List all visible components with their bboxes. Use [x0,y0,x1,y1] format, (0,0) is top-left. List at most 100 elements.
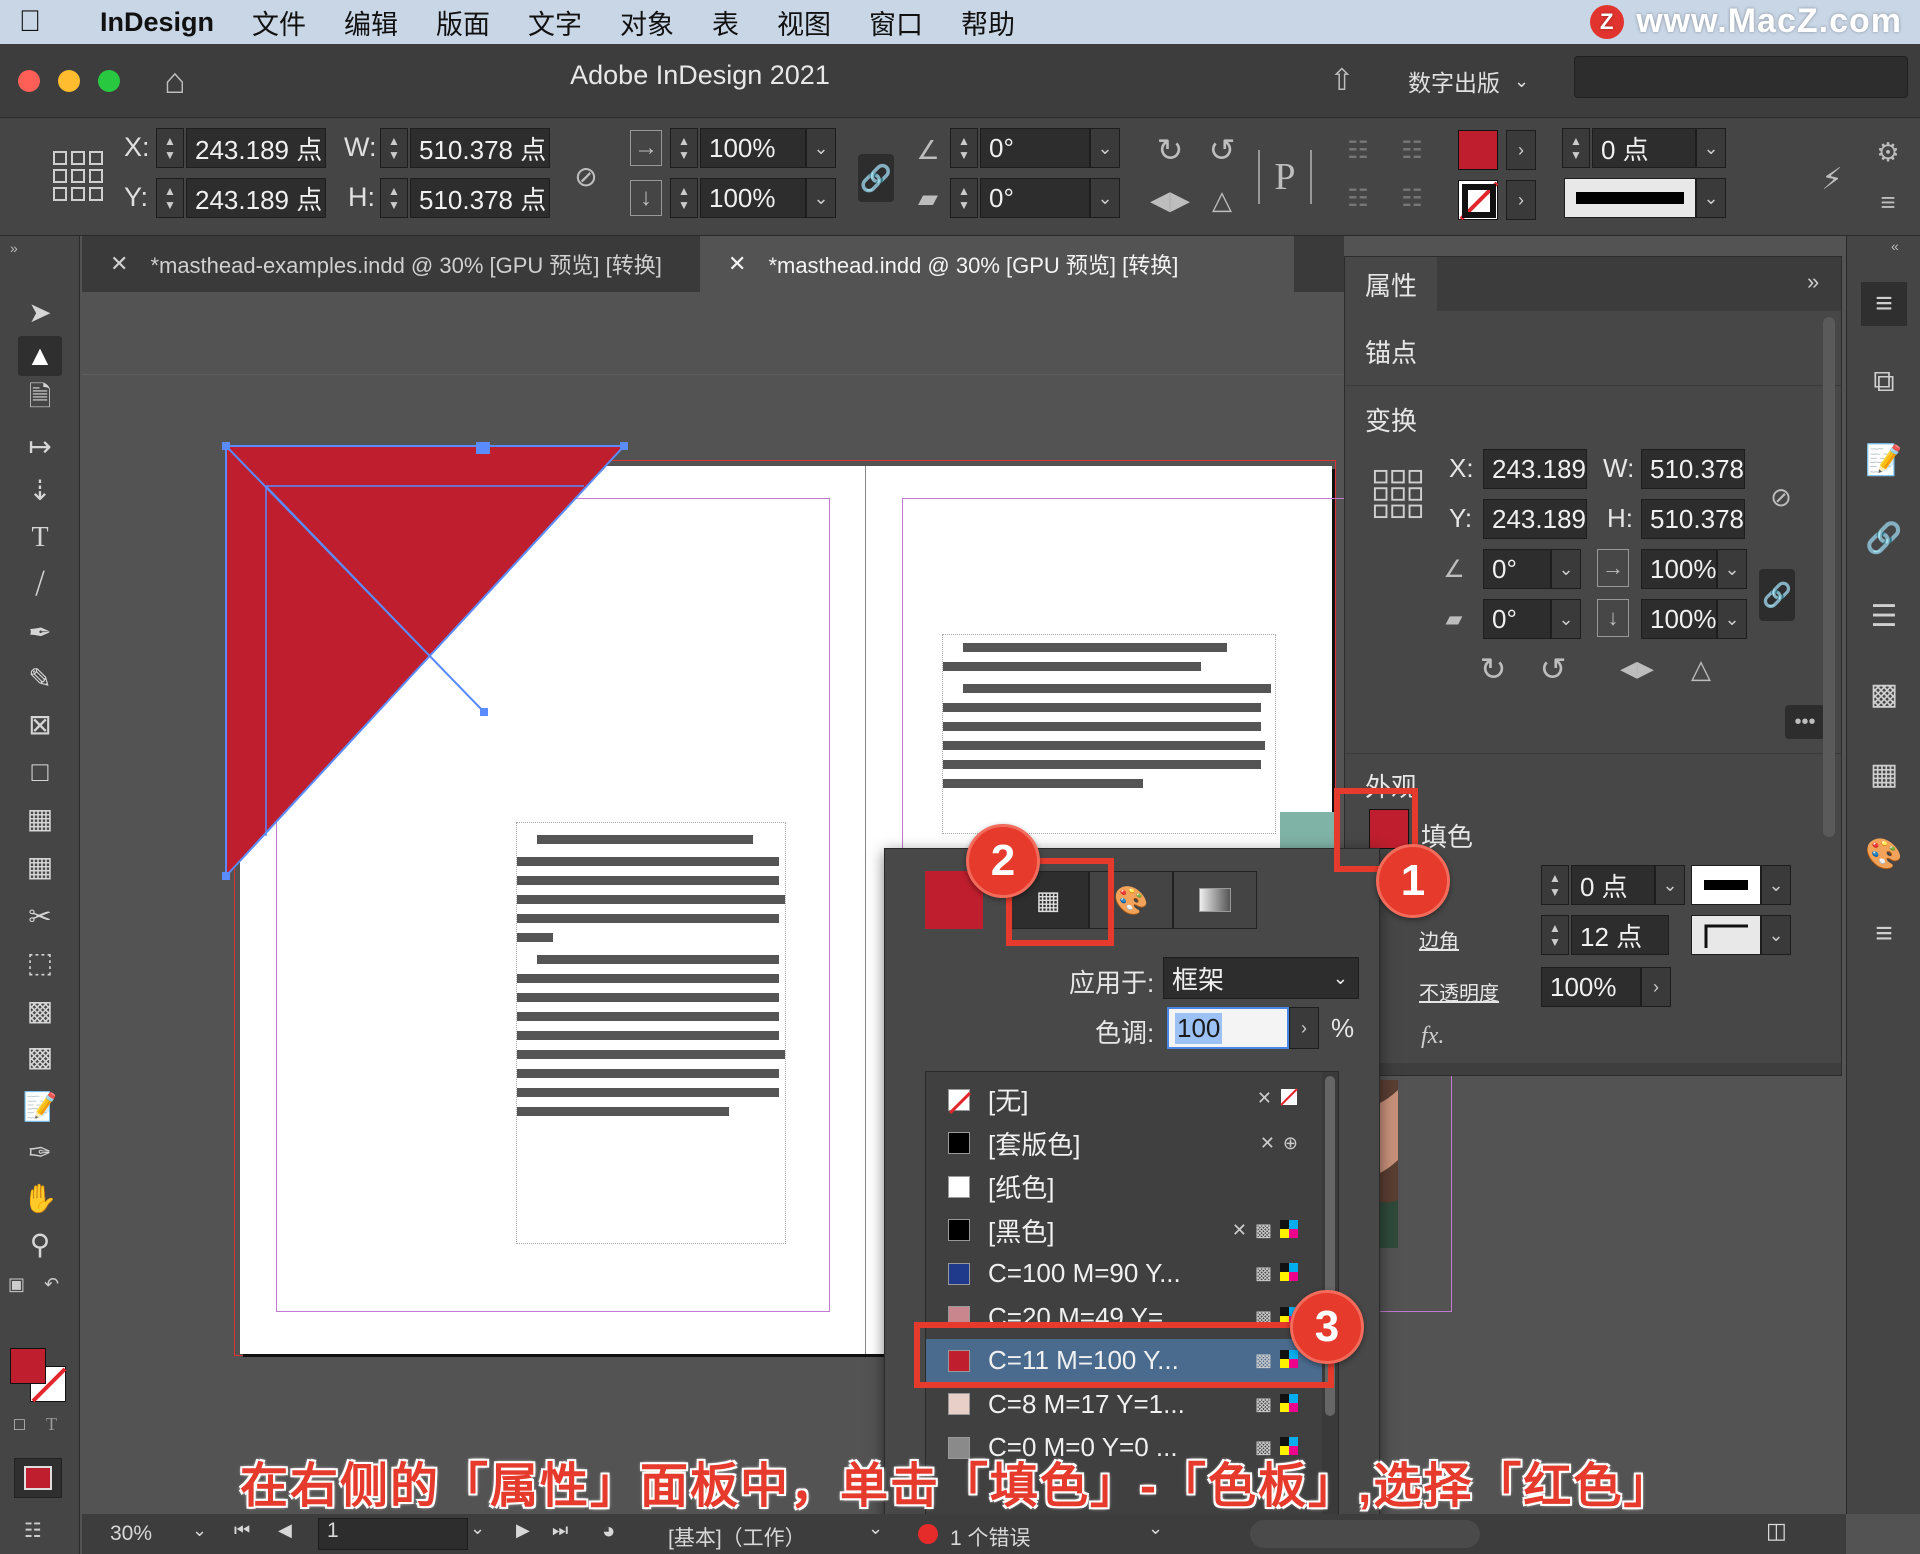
reference-point-icon[interactable] [1373,469,1423,519]
first-page-icon[interactable]: ⏮ [234,1520,250,1541]
tab-masthead[interactable]: ✕ *masthead.indd @ 30% [GPU 预览] [转换] [700,236,1294,292]
tab-properties[interactable]: 属性 [1345,257,1437,311]
menu-file[interactable]: 文件 [252,3,306,42]
menu-window[interactable]: 窗口 [869,3,923,42]
swatch-row[interactable]: [无] ✕ [926,1078,1322,1121]
page-tool-icon[interactable]: 🗎 [18,380,62,420]
stroke-type-select[interactable] [1564,178,1696,218]
menu-app-name[interactable]: InDesign [100,7,214,38]
scale-y-dropdown[interactable]: ⌄ [1717,599,1747,639]
scale-x-dropdown[interactable]: ⌄ [1717,549,1747,589]
swatch-row[interactable]: C=8 M=17 Y=1... ▩ [926,1383,1322,1426]
links-panel-icon[interactable]: 🔗 [1861,516,1907,560]
menu-edit[interactable]: 编辑 [344,3,398,42]
scale-x-stepper[interactable]: ▲ ▼ [670,128,698,168]
horizontal-scrollbar[interactable] [1250,1520,1480,1548]
stroke-swatch-arrow[interactable]: › [1506,180,1536,220]
stroke-type-dropdown[interactable]: ⌄ [1761,865,1791,905]
panel-menu-icon[interactable]: ≡ [1870,184,1906,220]
share-icon[interactable]: ⇧ [1322,58,1362,102]
right-text-frame[interactable] [942,634,1276,834]
split-view-icon[interactable]: ◫ [1766,1518,1787,1544]
type-tool-icon[interactable]: T [18,518,62,558]
zoom-level[interactable]: 30% [110,1522,152,1546]
image-frame-top[interactable] [1280,812,1338,848]
expand-toolbar-icon[interactable]: » [10,240,18,256]
page-dropdown-icon[interactable]: ⌄ [470,1518,485,1539]
corner-shape-dropdown[interactable]: ⌄ [1761,915,1791,955]
collapse-dock-icon[interactable]: « [1891,238,1899,254]
w-stepper[interactable]: ▲ ▼ [380,128,408,168]
stroke-weight-stepper[interactable]: ▲ ▼ [1541,865,1569,905]
opacity-arrow[interactable]: › [1641,967,1671,1007]
previous-page-icon[interactable]: ◀ [278,1520,292,1541]
h-field[interactable]: 510.378 点 [410,178,550,218]
w-field[interactable]: 510.378 点 [410,128,550,168]
close-tab-icon[interactable]: ✕ [110,251,128,277]
eyedropper-tool-icon[interactable]: ✑ [18,1132,62,1172]
line-tool-icon[interactable]: ⧸ [18,564,62,604]
default-colors-icon[interactable]: ▣ [8,1274,25,1295]
menu-help[interactable]: 帮助 [961,3,1015,42]
corner-size-field[interactable]: 12 点 [1571,915,1669,955]
flip-horizontal-icon[interactable]: ◀▶ [1148,178,1192,222]
shear-dropdown[interactable]: ⌄ [1551,599,1581,639]
flip-horizontal-icon[interactable]: ◀▶ [1615,649,1659,689]
gradient-swatch-tool-icon[interactable]: ▩ [18,990,62,1030]
pencil-tool-icon[interactable]: ✎ [18,658,62,698]
gap-tool-icon[interactable]: ↦ [18,426,62,466]
rotate-ccw-icon[interactable]: ↺ [1200,128,1244,172]
rotate-field[interactable]: 0° [1483,549,1551,589]
h-field[interactable]: 510.378 [1641,499,1745,539]
scale-y-field[interactable]: 100% [700,178,806,218]
rotate-stepper[interactable]: ▲ ▼ [950,128,978,168]
stroke-weight-stepper[interactable]: ▲ ▼ [1562,128,1590,168]
error-count[interactable]: 1 个错误 [950,1522,1031,1552]
select-container-icon[interactable]: ☷ [1338,132,1378,168]
swatches-panel-icon[interactable]: ▦ [1861,752,1907,796]
y-stepper[interactable]: ▲ ▼ [156,178,184,218]
constrain-proportions-icon[interactable]: ⊘ [568,154,604,198]
profile-dropdown-icon[interactable]: ⌄ [868,1518,883,1539]
scale-x-field[interactable]: 100% [1641,549,1717,589]
shear-field[interactable]: 0° [980,178,1090,218]
red-triangle-shape[interactable] [222,442,702,902]
workspace-switcher[interactable]: 数字出版 ⌄ [1408,64,1529,98]
menu-type[interactable]: 文字 [528,3,582,42]
formatting-text-icon[interactable]: T [46,1414,57,1435]
rotate-cw-icon[interactable]: ↻ [1148,128,1192,172]
close-tab-icon[interactable]: ✕ [728,251,746,277]
select-content-icon[interactable]: ☷ [1338,180,1378,216]
menu-table[interactable]: 表 [712,3,739,42]
shear-dropdown[interactable]: ⌄ [1090,178,1120,218]
swatch-row[interactable]: [纸色] [926,1165,1322,1208]
stroke-weight-field[interactable]: 0 点 [1571,865,1655,905]
y-field[interactable]: 243.189 [1483,499,1587,539]
gradient-panel-icon[interactable]: ▩ [1861,672,1907,716]
stroke-weight-field[interactable]: 0 点 [1592,128,1696,168]
stroke-type-dropdown[interactable]: ⌄ [1696,178,1726,218]
zoom-dropdown-icon[interactable]: ⌄ [192,1520,207,1541]
hand-tool-icon[interactable]: ✋ [18,1178,62,1218]
panel-resize-handle[interactable] [1345,1063,1841,1075]
rotate-dropdown[interactable]: ⌄ [1551,549,1581,589]
table-tool-icon[interactable]: ▦ [18,798,62,838]
rotate-ccw-icon[interactable]: ↺ [1533,649,1573,689]
swatch-row[interactable]: [套版色] ✕ ⊕ [926,1122,1322,1165]
scale-y-field[interactable]: 100% [1641,599,1717,639]
gear-icon[interactable]: ⚙ [1870,134,1906,170]
scale-y-dropdown[interactable]: ⌄ [806,178,836,218]
last-page-icon[interactable]: ⏭ [552,1520,568,1541]
corner-shape-select[interactable] [1691,915,1761,955]
rectangle-frame-tool-icon[interactable]: ⊠ [18,704,62,744]
stroke-panel-icon[interactable]: ≡ [1861,912,1907,956]
swap-colors-icon[interactable]: ↶ [44,1274,59,1295]
p-reference-icon[interactable]: P [1258,150,1312,204]
x-field[interactable]: 243.189 [1483,449,1587,489]
pen-tool-icon[interactable]: ✒ [18,612,62,652]
apply-to-select[interactable]: 框架 ⌄ [1163,957,1359,999]
rotate-field[interactable]: 0° [980,128,1090,168]
corner-label[interactable]: 边角 [1419,925,1459,954]
menu-layout[interactable]: 版面 [436,3,490,42]
scissors-tool-icon[interactable]: ✂ [18,896,62,936]
